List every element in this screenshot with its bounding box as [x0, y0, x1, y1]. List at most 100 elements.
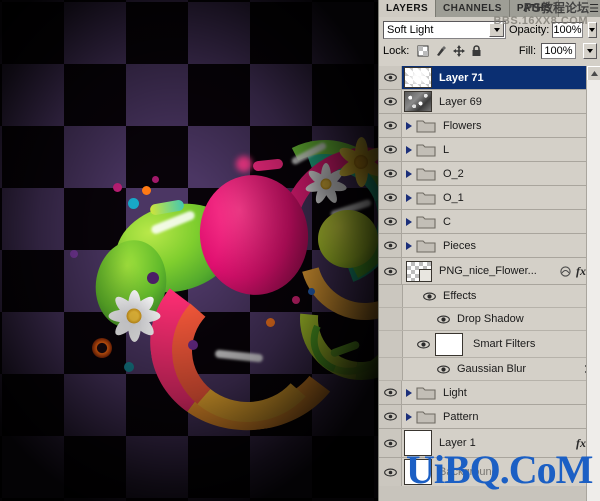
- visibility-toggle[interactable]: [379, 114, 402, 137]
- layer-name: Flowers: [443, 119, 482, 132]
- layer-thumbnail[interactable]: [404, 91, 432, 112]
- eye-icon: [383, 97, 397, 106]
- layer-row-layer-71[interactable]: Layer 71: [379, 66, 600, 90]
- fill-stepper-icon[interactable]: [583, 43, 597, 59]
- layer-row-layer-69[interactable]: Layer 69: [379, 90, 600, 114]
- layer-row-background[interactable]: Background: [379, 458, 600, 486]
- filter-row-gaussian-blur[interactable]: Gaussian Blur: [379, 358, 600, 381]
- eye-icon: [383, 121, 397, 130]
- visibility-toggle[interactable]: [379, 234, 402, 257]
- folder-icon: [416, 120, 436, 133]
- canvas-vignette: [0, 0, 378, 501]
- layer-list-scrollbar[interactable]: [586, 66, 600, 501]
- scrollbar-track[interactable]: [587, 80, 600, 501]
- effects-label: Effects: [443, 290, 477, 302]
- lock-fill-row: Lock: Fill: 100%: [379, 39, 600, 61]
- expand-triangle-icon[interactable]: [402, 412, 416, 421]
- expand-triangle-icon[interactable]: [402, 145, 416, 154]
- layer-name: O_1: [443, 191, 464, 204]
- layer-name: C: [443, 215, 451, 228]
- visibility-toggle[interactable]: [379, 258, 402, 284]
- effects-left-gutter: [379, 358, 403, 380]
- layer-group-row-o1[interactable]: O_1: [379, 186, 600, 210]
- layer-row-layer-1[interactable]: Layer 1 fx: [379, 429, 600, 458]
- eye-icon[interactable]: [423, 292, 436, 301]
- expand-triangle-icon[interactable]: [402, 121, 416, 130]
- layer-thumbnail[interactable]: [404, 459, 432, 485]
- tab-layers[interactable]: LAYERS: [379, 0, 437, 17]
- layer-row-png-nice-flower[interactable]: PNG_nice_Flower... fx: [379, 258, 600, 285]
- lock-transparency-icon[interactable]: [417, 45, 429, 57]
- tab-layers-label: LAYERS: [386, 3, 429, 14]
- layer-group-row-flowers[interactable]: Flowers: [379, 114, 600, 138]
- layer-thumbnail[interactable]: [404, 430, 432, 456]
- visibility-toggle[interactable]: [379, 458, 402, 486]
- eye-icon: [383, 388, 397, 397]
- expand-triangle-icon[interactable]: [402, 193, 416, 202]
- lock-icons-group: [417, 45, 482, 57]
- smart-object-icon[interactable]: [560, 265, 571, 277]
- opacity-stepper-icon[interactable]: [587, 21, 597, 38]
- tab-channels-label: CHANNELS: [443, 3, 502, 14]
- expand-triangle-icon[interactable]: [402, 241, 416, 250]
- visibility-toggle[interactable]: [379, 186, 402, 209]
- eye-icon: [383, 468, 397, 476]
- layer-group-row-light[interactable]: Light: [379, 381, 600, 405]
- expand-triangle-icon[interactable]: [402, 169, 416, 178]
- visibility-toggle[interactable]: [379, 162, 402, 185]
- eye-icon: [383, 145, 397, 154]
- visibility-toggle[interactable]: [379, 90, 402, 113]
- eye-icon[interactable]: [437, 365, 450, 374]
- fill-label: Fill:: [518, 45, 536, 57]
- effect-name: Drop Shadow: [457, 313, 524, 325]
- layer-name: PNG_nice_Flower...: [439, 265, 537, 277]
- layer-name: O_2: [443, 167, 464, 180]
- lock-position-icon[interactable]: [453, 45, 466, 57]
- blend-mode-select[interactable]: Soft Light: [383, 20, 506, 39]
- visibility-toggle[interactable]: [379, 66, 402, 89]
- smart-filters-label: Smart Filters: [473, 338, 536, 350]
- visibility-toggle[interactable]: [379, 210, 402, 233]
- layer-group-row-l[interactable]: L: [379, 138, 600, 162]
- visibility-toggle[interactable]: [379, 138, 402, 161]
- effects-header-row[interactable]: Effects: [379, 285, 600, 308]
- smart-filters-row[interactable]: Smart Filters: [379, 331, 600, 358]
- lock-all-icon[interactable]: [471, 45, 482, 57]
- fill-input[interactable]: 100%: [541, 43, 576, 59]
- visibility-toggle[interactable]: [379, 405, 402, 428]
- blend-mode-value: Soft Light: [387, 23, 434, 36]
- layer-group-row-c[interactable]: C: [379, 210, 600, 234]
- expand-triangle-icon[interactable]: [402, 217, 416, 226]
- lock-image-icon[interactable]: [435, 45, 447, 57]
- layer-name: Layer 71: [439, 71, 484, 84]
- eye-icon: [383, 217, 397, 226]
- effect-row-drop-shadow[interactable]: Drop Shadow: [379, 308, 600, 331]
- layer-list[interactable]: Layer 71 Layer 69 Flowers L O_2 O_1 C Pi…: [379, 66, 600, 501]
- visibility-toggle[interactable]: [379, 381, 402, 404]
- filter-name: Gaussian Blur: [457, 363, 527, 375]
- fx-icon[interactable]: fx: [576, 436, 586, 451]
- eye-icon: [383, 73, 397, 82]
- effects-left-gutter: [379, 331, 403, 357]
- layer-group-row-pieces[interactable]: Pieces: [379, 234, 600, 258]
- eye-icon[interactable]: [417, 340, 430, 349]
- expand-triangle-icon[interactable]: [402, 388, 416, 397]
- eye-icon: [383, 439, 397, 447]
- document-canvas[interactable]: [0, 0, 378, 501]
- fx-icon[interactable]: fx: [576, 264, 586, 279]
- eye-icon[interactable]: [437, 315, 450, 324]
- layer-name: Light: [443, 386, 467, 399]
- folder-icon: [416, 192, 436, 205]
- folder-icon: [416, 411, 436, 424]
- folder-icon: [416, 387, 436, 400]
- layer-group-row-pattern[interactable]: Pattern: [379, 405, 600, 429]
- smart-filter-mask-thumbnail[interactable]: [435, 332, 463, 356]
- layer-name: Layer 69: [439, 95, 482, 108]
- layers-panel[interactable]: LAYERS CHANNELS PATHS ☰ Soft Light Opaci…: [378, 0, 600, 501]
- visibility-toggle[interactable]: [379, 429, 402, 457]
- scroll-up-icon[interactable]: [587, 66, 600, 81]
- eye-icon: [383, 169, 397, 178]
- effects-left-gutter: [379, 308, 403, 330]
- layer-thumbnail[interactable]: [404, 67, 432, 88]
- layer-group-row-o2[interactable]: O_2: [379, 162, 600, 186]
